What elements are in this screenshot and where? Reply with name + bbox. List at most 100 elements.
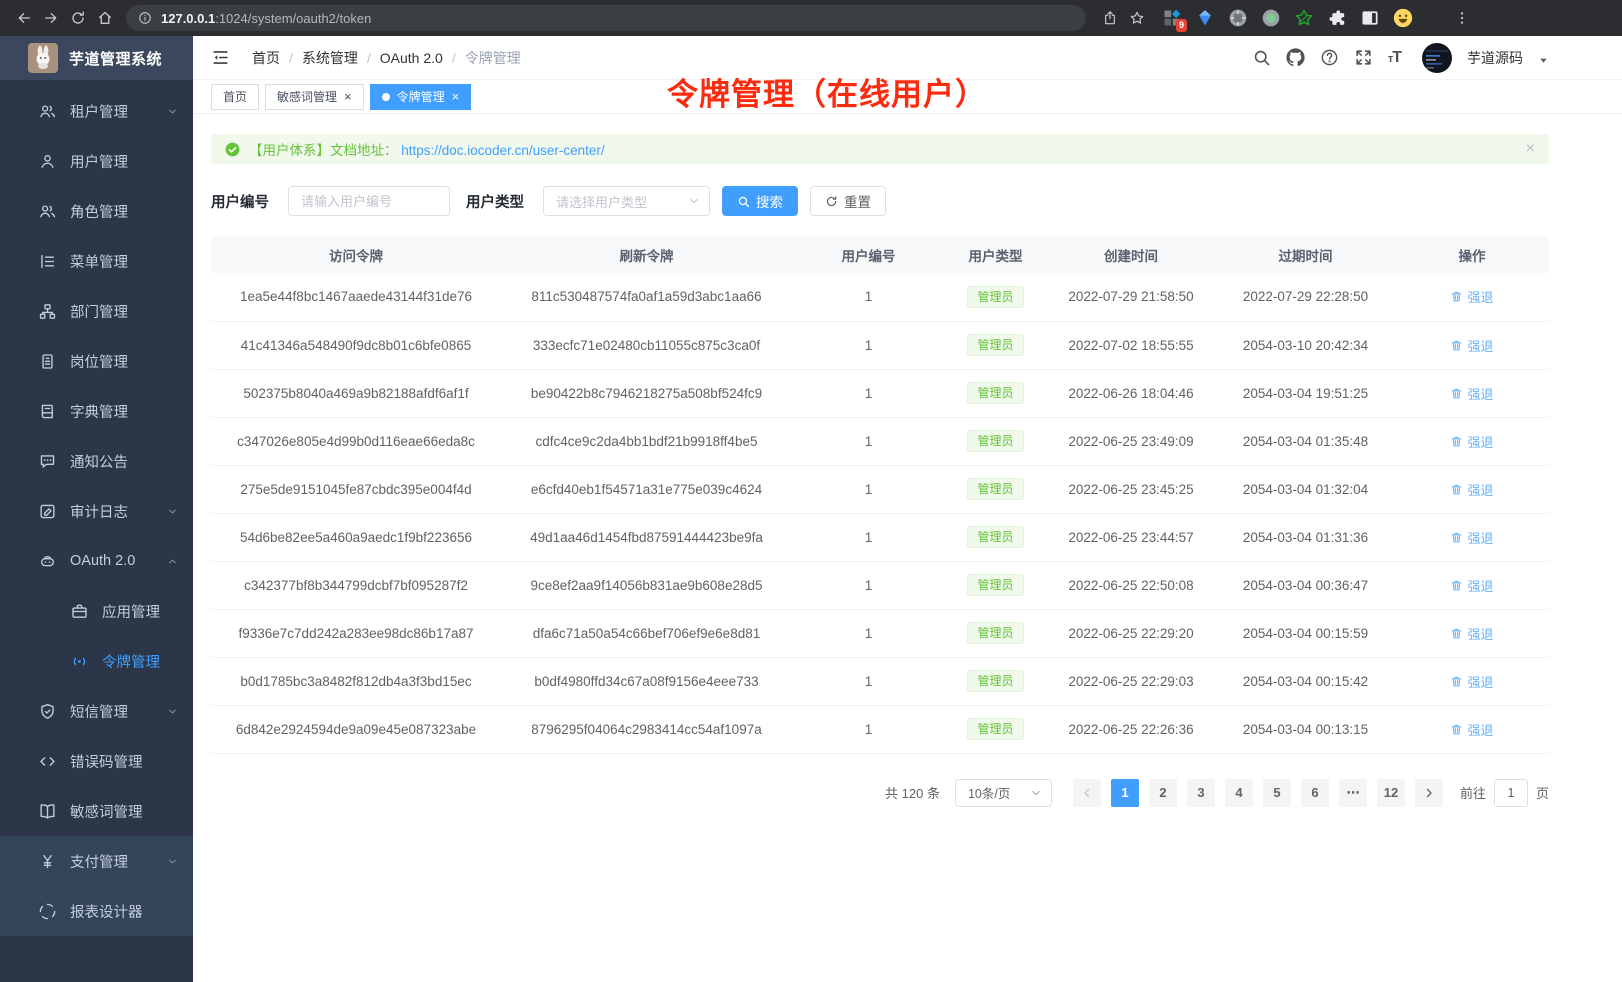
reset-button[interactable]: 重置 [810,186,886,216]
profile-avatar-icon[interactable] [1393,8,1413,28]
sidebar-item[interactable]: 错误码管理 [0,736,193,786]
page-tab[interactable]: 令牌管理 × [370,84,472,110]
page-button[interactable]: 12 [1377,779,1405,807]
share-icon[interactable] [1096,5,1123,32]
extension-badge-icon[interactable]: 9 [1162,8,1182,28]
force-logout-button[interactable]: 强退 [1450,287,1493,306]
extensions-row: 9 [1162,5,1475,32]
sidebar-item[interactable]: 字典管理 [0,386,193,436]
home-icon[interactable] [91,5,118,32]
dial-extension-icon[interactable] [1228,8,1248,28]
page-button[interactable]: 4 [1225,779,1253,807]
page-button[interactable]: 2 [1149,779,1177,807]
table-row: 41c41346a548490f9dc8b01c6bfe0865 333ecfc… [211,321,1549,369]
sidebar-item[interactable]: 支付管理 [0,836,193,886]
sidebar-item[interactable]: OAuth 2.0 [0,536,193,586]
doc-link[interactable]: https://doc.iocoder.cn/user-center/ [401,143,604,158]
forward-icon[interactable] [37,5,64,32]
page-button[interactable]: 3 [1187,779,1215,807]
access-token-cell: b0d1785bc3a8482f812db4a3f3bd15ec [211,657,501,705]
github-icon[interactable] [1286,48,1305,67]
access-token-cell: 275e5de9151045fe87cbdc395e004f4d [211,465,501,513]
prev-page-button[interactable] [1073,779,1101,807]
bookmark-star-icon[interactable] [1123,5,1150,32]
url-bar[interactable]: 127.0.0.1:1024/system/oauth2/token [126,5,1086,31]
app-logo[interactable]: 芋道管理系统 [0,36,193,80]
search-button[interactable]: 搜索 [722,186,798,216]
page-button[interactable]: 6 [1301,779,1329,807]
green-dot-extension-icon[interactable] [1261,8,1281,28]
search-icon[interactable] [1252,48,1271,67]
back-icon[interactable] [10,5,37,32]
sidebar-item[interactable]: 租户管理 [0,86,193,136]
menu-item-icon [38,902,57,921]
app-logo-avatar [28,43,58,73]
chevron-icon [166,555,179,568]
force-logout-button[interactable]: 强退 [1450,384,1493,403]
site-info-icon[interactable] [138,11,152,25]
breadcrumb-item[interactable]: 令牌管理/ [465,48,521,68]
username[interactable]: 芋道源码 [1467,48,1523,68]
table-row: f9336e7c7dd242a283ee98dc86b17a87 dfa6c71… [211,609,1549,657]
force-logout-button[interactable]: 强退 [1450,576,1493,595]
reload-icon[interactable] [64,5,91,32]
page-button[interactable]: ⋯ [1339,779,1367,807]
breadcrumb-item[interactable]: 首页/ [252,48,293,68]
help-icon[interactable] [1320,48,1339,67]
sidebar-item[interactable]: 应用管理 [0,586,193,636]
user-type-cell: 管理员 [945,513,1046,561]
force-logout-button[interactable]: 强退 [1450,672,1493,691]
menu-item-icon [38,452,57,471]
side-panel-icon[interactable] [1360,8,1380,28]
chevron-icon [166,105,179,118]
user-type-label: 用户类型 [466,191,524,212]
next-page-button[interactable] [1415,779,1443,807]
page-size-select[interactable]: 10条/页 [955,779,1052,807]
breadcrumb-item[interactable]: 系统管理/ [302,48,371,68]
force-logout-button[interactable]: 强退 [1450,528,1493,547]
chrome-menu-icon[interactable] [1448,5,1475,32]
user-avatar[interactable] [1422,43,1452,73]
tab-close-icon[interactable]: × [452,90,460,103]
page-button[interactable]: 5 [1263,779,1291,807]
fullscreen-icon[interactable] [1354,48,1373,67]
user-type-cell: 管理员 [945,609,1046,657]
sidebar-item[interactable]: 用户管理 [0,136,193,186]
sidebar-item[interactable]: 岗位管理 [0,336,193,386]
expire-time-cell: 2054-03-10 20:42:34 [1216,321,1395,369]
breadcrumb-item[interactable]: OAuth 2.0/ [380,50,456,66]
menu-item-label: 部门管理 [70,301,128,322]
force-logout-button[interactable]: 强退 [1450,720,1493,739]
sidebar-item[interactable]: 短信管理 [0,686,193,736]
gem-extension-icon[interactable] [1195,8,1215,28]
tab-close-icon[interactable]: × [344,90,352,103]
user-caret-icon[interactable] [1538,55,1549,66]
sidebar-item[interactable]: 敏感词管理 [0,786,193,836]
force-logout-button[interactable]: 强退 [1450,432,1493,451]
menu-item-icon [38,802,57,821]
green-star-extension-icon[interactable] [1294,8,1314,28]
sidebar-item[interactable]: 通知公告 [0,436,193,486]
goto-page-input[interactable] [1494,779,1528,807]
sidebar-toggle-icon[interactable] [211,48,230,67]
puzzle-extensions-icon[interactable] [1327,8,1347,28]
user-id-cell: 1 [792,609,945,657]
font-size-icon[interactable]: тT [1388,50,1401,66]
sidebar-item[interactable]: 角色管理 [0,186,193,236]
user-id-input[interactable] [288,186,450,216]
menu-item-label: 菜单管理 [70,251,128,272]
page-content: 【用户体系】文档地址： https://doc.iocoder.cn/user-… [193,114,1622,982]
user-type-select[interactable]: 请选择用户类型 [543,186,710,216]
page-tab[interactable]: 敏感词管理 × [265,84,364,110]
sidebar-item[interactable]: 部门管理 [0,286,193,336]
sidebar-item[interactable]: 令牌管理 [0,636,193,686]
page-tab[interactable]: 首页 [211,84,259,110]
force-logout-button[interactable]: 强退 [1450,336,1493,355]
force-logout-button[interactable]: 强退 [1450,624,1493,643]
sidebar-item[interactable]: 报表设计器 [0,886,193,936]
alert-close-icon[interactable]: × [1526,141,1535,157]
force-logout-button[interactable]: 强退 [1450,480,1493,499]
sidebar-item[interactable]: 菜单管理 [0,236,193,286]
sidebar-item[interactable]: 审计日志 [0,486,193,536]
page-button[interactable]: 1 [1111,779,1139,807]
